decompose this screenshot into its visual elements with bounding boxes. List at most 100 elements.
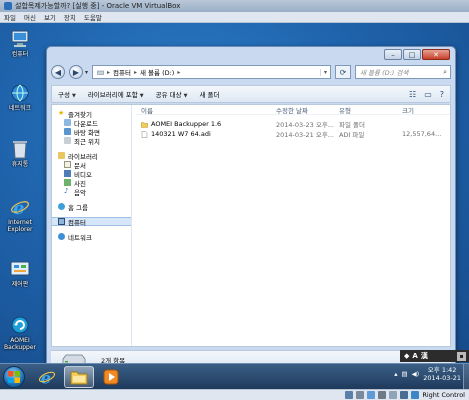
- aomei-backupper-icon: [10, 315, 30, 335]
- recycle-bin-icon: [10, 139, 30, 159]
- desktop-icon-computer[interactable]: 컴퓨터: [2, 29, 38, 58]
- language-bar[interactable]: ◆ A 漢 ▪: [400, 350, 469, 362]
- file-name: 140321 W7 64.adi: [151, 130, 211, 138]
- address-bar[interactable]: ▸ 컴퓨터 ▸ 새 볼륨 (D:) ▸ ▾: [92, 65, 331, 79]
- breadcrumb-volume[interactable]: 새 볼륨 (D:): [140, 67, 174, 77]
- column-date-modified[interactable]: 수정한 날짜: [271, 105, 334, 115]
- close-button[interactable]: ✕: [422, 49, 450, 60]
- search-input[interactable]: 새 볼륨 (D:) 검색 ⌕: [355, 65, 451, 79]
- show-desktop-button[interactable]: [463, 364, 469, 390]
- input-mode[interactable]: A: [412, 352, 417, 360]
- desktop-icon-internet-explorer[interactable]: e Internet Explorer: [2, 197, 38, 233]
- optical-drive-icon[interactable]: [356, 391, 365, 399]
- organize-button[interactable]: 구성 ▼: [58, 89, 76, 99]
- desktop-icon-control-panel[interactable]: 제어판: [2, 259, 38, 288]
- file-row[interactable]: AOMEI Backupper 1.6 2014-03-23 오후... 파일 …: [136, 119, 450, 129]
- network-icon: [10, 83, 30, 103]
- taskbar-internet-explorer[interactable]: e: [32, 366, 62, 388]
- taskbar-media-player[interactable]: [96, 366, 126, 388]
- show-hidden-icons-icon[interactable]: ▴: [394, 370, 397, 378]
- clock[interactable]: 오후 1:42 2014-03-21: [423, 366, 461, 382]
- start-button[interactable]: [3, 366, 25, 388]
- refresh-button[interactable]: ⟳: [335, 65, 351, 79]
- nav-homegroup[interactable]: 홈 그룹: [52, 202, 131, 212]
- hard-disk-activity-icon[interactable]: [345, 391, 354, 399]
- address-row: ◀ ▶ ▾ ▸ 컴퓨터 ▸ 새 볼륨 (D:) ▸ ▾ ⟳ 새 볼륨 (D:) …: [51, 63, 451, 81]
- breadcrumb-separator-icon: ▸: [133, 68, 137, 76]
- nav-computer[interactable]: 컴퓨터: [52, 217, 131, 227]
- maximize-button[interactable]: □: [403, 49, 421, 60]
- vbox-menu-devices[interactable]: 장치: [64, 12, 76, 22]
- vbox-menu-file[interactable]: 파일: [4, 12, 16, 22]
- file-icon: [141, 130, 148, 138]
- file-date: 2014-03-21 오후...: [276, 131, 334, 139]
- folder-icon: [141, 121, 148, 128]
- chevron-down-icon: ▼: [71, 93, 76, 99]
- close-icon: ✕: [433, 50, 439, 59]
- mouse-integration-icon[interactable]: [400, 391, 409, 399]
- network-status-icon[interactable]: ▤: [402, 370, 408, 378]
- column-size[interactable]: 크기: [397, 105, 437, 115]
- new-folder-button[interactable]: 새 폴더: [199, 89, 219, 99]
- nav-videos[interactable]: 비디오: [52, 169, 131, 179]
- file-type: ADI 파일: [339, 131, 365, 139]
- address-dropdown-icon[interactable]: ▾: [320, 68, 330, 76]
- minimize-button[interactable]: –: [384, 49, 402, 60]
- maximize-icon: □: [408, 50, 416, 59]
- system-tray: ▴ ▤ ◀) 오후 1:42 2014-03-21: [394, 366, 461, 382]
- language-bar-close-icon[interactable]: ▪: [457, 351, 466, 361]
- usb-icon[interactable]: [378, 391, 387, 399]
- preview-pane-icon[interactable]: ▭: [424, 90, 432, 99]
- desktop-icon-aomei-backupper[interactable]: AOMEI Backupper: [2, 315, 38, 351]
- column-type[interactable]: 유형: [334, 105, 397, 115]
- windows-logo-icon: [8, 371, 20, 383]
- back-button[interactable]: ◀: [51, 65, 65, 79]
- clock-date: 2014-03-21: [423, 374, 461, 382]
- view-controls: ☷ ▭ ?: [409, 90, 450, 99]
- item-count: 2개 항목: [101, 357, 126, 363]
- include-in-library-button[interactable]: 라이브러리에 포함 ▼: [88, 89, 144, 99]
- back-arrow-icon: ◀: [54, 67, 62, 77]
- vbox-menu-machine[interactable]: 머신: [24, 12, 36, 22]
- shared-folders-icon[interactable]: [389, 391, 398, 399]
- recent-places-icon: [64, 137, 71, 144]
- file-row[interactable]: 140321 W7 64.adi 2014-03-21 오후... ADI 파일…: [136, 129, 450, 139]
- music-icon: ♪: [64, 187, 69, 195]
- forward-button[interactable]: ▶: [69, 65, 83, 79]
- network-adapter-icon[interactable]: [367, 391, 376, 399]
- vbox-statusbar: Right Control: [0, 389, 469, 400]
- taskbar-explorer[interactable]: [64, 366, 94, 388]
- window-controls: – □ ✕: [384, 49, 450, 60]
- volume-icon[interactable]: ◀): [412, 370, 420, 378]
- column-name[interactable]: 이름: [136, 105, 271, 115]
- desktop-icon-recycle-bin[interactable]: 휴지통: [2, 139, 38, 168]
- vbox-title: 설합목제가능할까? [실행 중] - Oracle VM VirtualBox: [15, 2, 181, 10]
- computer-icon: [10, 29, 30, 49]
- recent-pages-dropdown-icon[interactable]: ▾: [85, 69, 88, 76]
- internet-explorer-icon: e: [38, 368, 56, 386]
- minimize-icon: –: [391, 50, 395, 59]
- search-icon: ⌕: [443, 67, 447, 76]
- explorer-body: ★ 즐겨찾기 다운로드 바탕 화면 최근 위치 라이브러리 문서 비디오 사진 …: [51, 104, 451, 347]
- nav-pictures[interactable]: 사진: [52, 178, 131, 188]
- nav-recent-places[interactable]: 최근 위치: [52, 136, 131, 146]
- vbox-menu-help[interactable]: 도움말: [84, 12, 102, 22]
- media-player-icon: [103, 369, 119, 385]
- desktop-icon-network[interactable]: 네트워크: [2, 83, 38, 112]
- breadcrumb-separator-icon: ▸: [177, 68, 181, 76]
- documents-icon: [64, 161, 71, 168]
- view-options-icon[interactable]: ☷: [409, 90, 416, 99]
- file-name: AOMEI Backupper 1.6: [151, 120, 222, 128]
- help-icon[interactable]: ?: [440, 90, 444, 99]
- share-with-button[interactable]: 공유 대상 ▼: [156, 89, 188, 99]
- vbox-titlebar: 설합목제가능할까? [실행 중] - Oracle VM VirtualBox: [0, 0, 469, 12]
- vbox-menu-view[interactable]: 보기: [44, 12, 56, 22]
- pictures-icon: [64, 179, 71, 186]
- nav-network[interactable]: 네트워크: [52, 232, 131, 242]
- nav-music[interactable]: ♪ 음악: [52, 187, 131, 197]
- breadcrumb-computer[interactable]: 컴퓨터: [113, 67, 131, 77]
- nav-libraries[interactable]: 라이브러리: [52, 151, 131, 161]
- hanja-mode[interactable]: 漢: [421, 351, 428, 361]
- svg-text:e: e: [41, 368, 51, 386]
- downloads-folder-icon: [64, 119, 71, 126]
